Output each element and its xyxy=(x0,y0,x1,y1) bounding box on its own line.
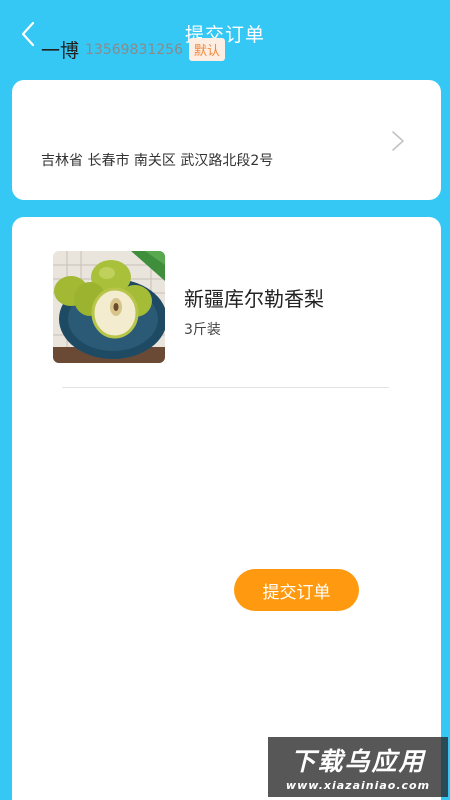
goods-spec: 3斤装 xyxy=(184,322,221,338)
watermark-sub: www.xiazainiao.com xyxy=(285,779,431,792)
goods-name: 新疆库尔勒香梨 xyxy=(184,287,324,311)
address-name-row: 一博 13569831256 默认 xyxy=(41,36,226,63)
recipient-name: 一博 xyxy=(41,40,80,62)
recipient-phone: 13569831256 xyxy=(85,41,183,58)
address-detail: 吉林省 长春市 南关区 武汉路北段2号 xyxy=(41,153,274,169)
chevron-right-icon[interactable] xyxy=(390,130,406,152)
submit-order-button[interactable]: 提交订单 xyxy=(234,569,359,611)
pear-product-image xyxy=(53,251,165,363)
address-card[interactable] xyxy=(12,80,441,200)
default-badge: 默认 xyxy=(189,38,226,61)
watermark-main: 下载乌应用 xyxy=(290,747,426,776)
divider xyxy=(62,387,389,388)
watermark-logo: 下载乌应用 www.xiazainiao.com xyxy=(268,737,448,797)
